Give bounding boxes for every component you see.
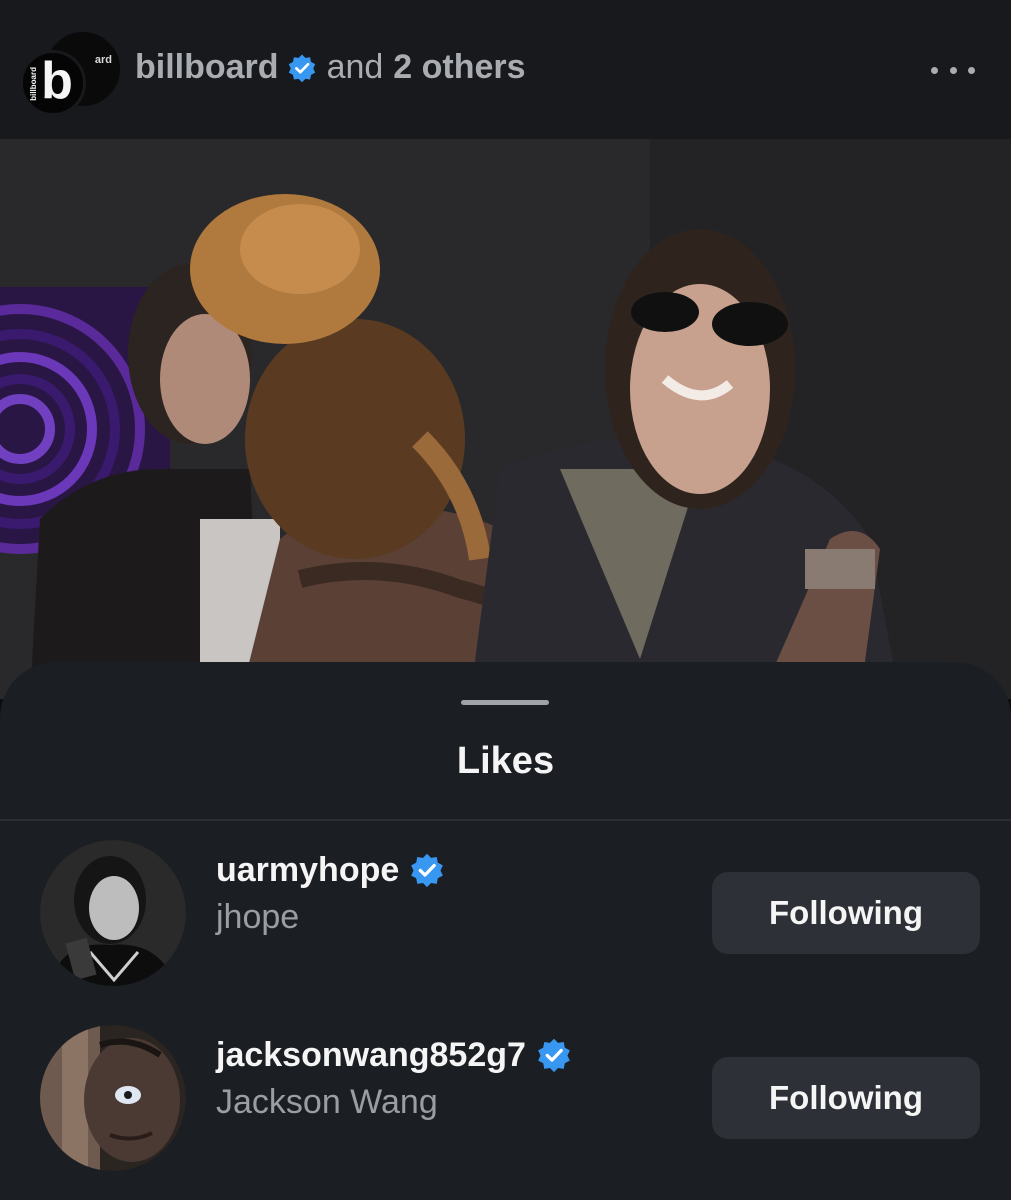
verified-badge-icon <box>538 1038 570 1073</box>
others-link[interactable]: 2 others <box>393 48 525 87</box>
billboard-avatar: billboard b <box>20 50 86 116</box>
sheet-drag-handle[interactable] <box>461 700 549 705</box>
user-handle[interactable]: jacksonwang852g7 <box>216 1036 526 1075</box>
second-avatar-label: ard <box>94 54 112 66</box>
row-handle-line: uarmyhope <box>216 848 445 892</box>
more-options-icon[interactable] <box>931 60 975 80</box>
verified-badge-icon <box>288 54 315 82</box>
billboard-logo-icon: b <box>41 52 73 110</box>
verified-badge-icon <box>411 853 444 888</box>
instagram-post-likes-screen: ard billboard b billboard and 2 others L… <box>0 0 1011 1200</box>
likes-title: Likes <box>456 740 555 782</box>
post-photo-illustration <box>0 139 1011 699</box>
avatar-image <box>40 1025 186 1171</box>
post-avatar-stack[interactable]: ard billboard b <box>20 30 122 116</box>
avatar-image <box>40 840 186 986</box>
sheet-divider <box>0 819 1011 821</box>
following-button[interactable]: Following <box>712 1057 980 1139</box>
user-display-name: Jackson Wang <box>216 1083 438 1121</box>
user-display-name: jhope <box>216 898 300 936</box>
post-author-line: billboard and 2 others <box>135 48 526 87</box>
author-connector: and <box>326 48 384 86</box>
row-handle-line: jacksonwang852g7 <box>216 1033 572 1077</box>
following-button[interactable]: Following <box>712 872 980 954</box>
row-text: uarmyhope jhope <box>216 848 445 937</box>
post-header: ard billboard b billboard and 2 others <box>0 0 1011 139</box>
row-text: jacksonwang852g7 Jackson Wang <box>216 1033 572 1122</box>
user-avatar[interactable] <box>40 1025 186 1171</box>
post-photo <box>0 139 1011 699</box>
user-avatar[interactable] <box>40 840 186 986</box>
billboard-logo-side-text: billboard <box>29 67 38 101</box>
like-row[interactable]: uarmyhope jhope Following <box>0 838 1011 988</box>
user-handle[interactable]: uarmyhope <box>216 851 399 890</box>
author-username[interactable]: billboard <box>135 48 279 87</box>
likes-sheet: Likes uarmyhope jhope Following jacksonw… <box>0 662 1011 1200</box>
like-row[interactable]: jacksonwang852g7 Jackson Wang Following <box>0 1023 1011 1173</box>
